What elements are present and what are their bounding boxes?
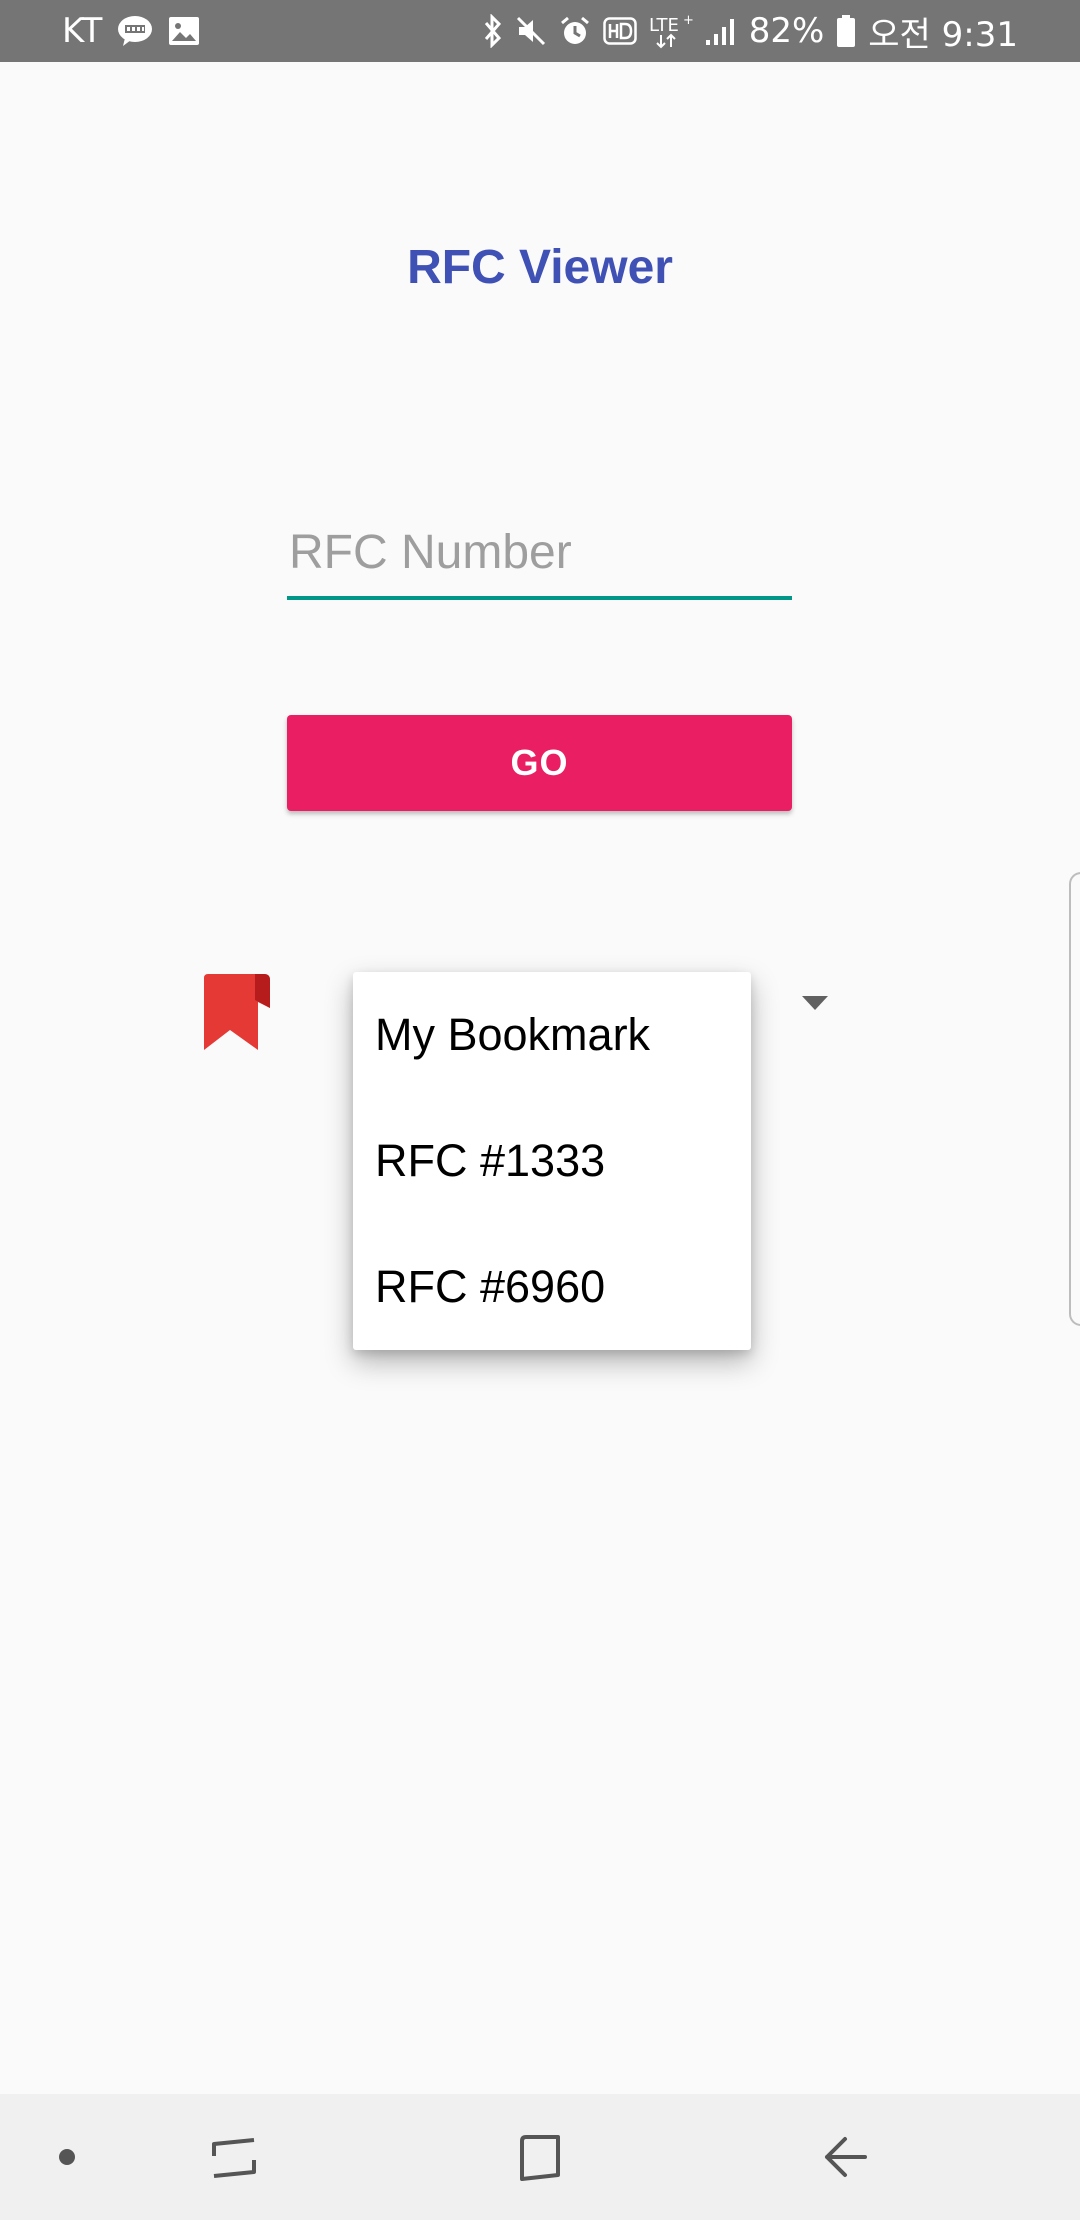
svg-text:+: + bbox=[683, 13, 693, 28]
go-button[interactable]: GO bbox=[287, 715, 792, 811]
status-bar-right: LTE + 82% 오전 9:31 bbox=[483, 0, 1018, 62]
app-title: RFC Viewer bbox=[407, 241, 673, 294]
lte-icon: LTE + bbox=[649, 13, 693, 49]
alarm-icon bbox=[560, 16, 589, 44]
status-bar-left: KT bbox=[62, 0, 200, 62]
bookmark-icon bbox=[204, 974, 270, 1050]
svg-text:LTE: LTE bbox=[649, 15, 679, 36]
back-icon bbox=[825, 2137, 867, 2177]
mute-icon bbox=[516, 16, 545, 46]
carrier-label: KT bbox=[62, 11, 103, 51]
nav-back-button[interactable] bbox=[800, 2094, 890, 2220]
navigation-bar bbox=[0, 2094, 1080, 2220]
battery-icon bbox=[837, 15, 856, 47]
kakaotalk-icon bbox=[118, 16, 153, 46]
recents-icon bbox=[212, 2138, 256, 2178]
battery-percent: 82% bbox=[748, 11, 825, 51]
hd-icon bbox=[602, 17, 637, 45]
nav-home-button[interactable] bbox=[495, 2094, 585, 2220]
nav-dot-button[interactable] bbox=[30, 2094, 104, 2220]
gallery-icon bbox=[169, 17, 200, 45]
signal-icon bbox=[705, 19, 734, 45]
dropdown-item-rfc-1333[interactable]: RFC #1333 bbox=[353, 1098, 751, 1224]
edge-panel-handle[interactable] bbox=[1069, 872, 1080, 1326]
nav-recents-button[interactable] bbox=[190, 2094, 280, 2220]
dropdown-item-my-bookmark[interactable]: My Bookmark bbox=[353, 972, 751, 1098]
bluetooth-icon bbox=[484, 14, 501, 48]
dropdown-arrow-icon[interactable] bbox=[800, 994, 830, 1012]
bookmark-dropdown-menu: My Bookmark RFC #1333 RFC #6960 bbox=[353, 972, 751, 1350]
dot-icon bbox=[59, 2149, 75, 2165]
dropdown-item-rfc-6960[interactable]: RFC #6960 bbox=[353, 1224, 751, 1350]
rfc-number-input[interactable] bbox=[287, 520, 792, 600]
home-icon bbox=[520, 2135, 560, 2181]
status-bar: KT LTE + 82% 오전 9:31 bbox=[0, 0, 1080, 62]
clock: 오전 9:31 bbox=[868, 14, 1018, 55]
